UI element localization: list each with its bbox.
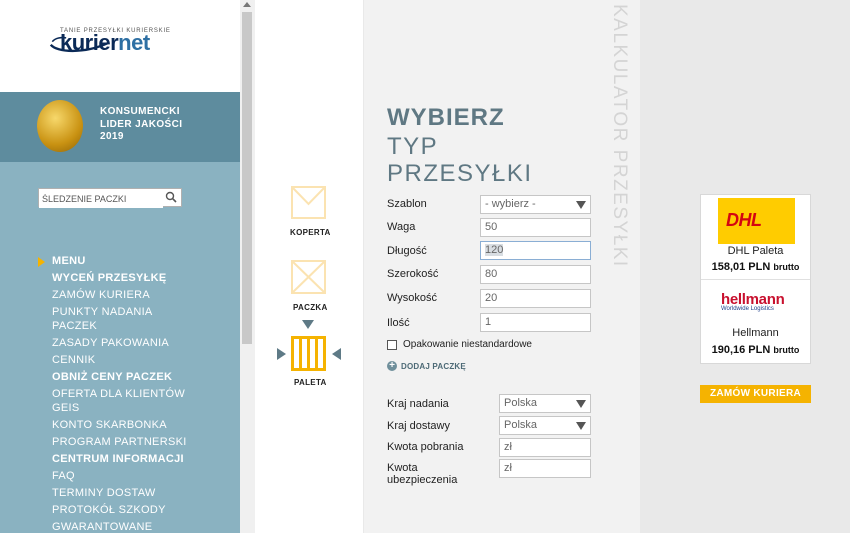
pallet-icon[interactable] (291, 336, 326, 371)
weight-label: Waga (387, 221, 416, 233)
arrow-right-icon (277, 348, 286, 360)
plus-circle-icon[interactable]: + (387, 361, 397, 371)
menu-item-quote[interactable]: WYCEŃ PRZESYŁKĘ (52, 272, 167, 285)
menu-item-guaranteed[interactable]: GWARANTOWANE (52, 521, 152, 533)
insurance-field[interactable]: zł (499, 459, 591, 478)
scroll-up-arrow-icon[interactable] (243, 2, 251, 7)
country-to-select[interactable]: Polska (499, 416, 591, 435)
menu-item-piggy-account[interactable]: KONTO SKARBONKA (52, 419, 167, 432)
award-text: KONSUMENCKI LIDER JAKOŚCI 2019 (100, 106, 183, 142)
type-label-pallet[interactable]: PALETA (294, 378, 327, 387)
menu-item-pickup-points-2[interactable]: PACZEK (52, 320, 97, 333)
quantity-field[interactable]: 1 (480, 313, 591, 332)
heading-choose: WYBIERZ (387, 104, 505, 131)
country-from-value: Polska (504, 397, 538, 409)
dhl-logo-text: DHL (726, 210, 762, 230)
menu-item-delivery-times[interactable]: TERMINY DOSTAW (52, 487, 156, 500)
scroll-thumb[interactable] (242, 12, 252, 344)
width-label: Szerokość (387, 268, 439, 280)
template-label: Szablon (387, 198, 427, 210)
menu-item-partner-program[interactable]: PROGRAM PARTNERSKI (52, 436, 187, 449)
carrier-price-dhl: 158,01 PLN brutto (711, 261, 800, 273)
template-select[interactable]: - wybierz - (480, 195, 591, 214)
height-field[interactable]: 20 (480, 289, 591, 308)
nonstandard-label: Opakowanie niestandardowe (403, 339, 532, 350)
heading-type: TYP (387, 133, 439, 160)
width-field[interactable]: 80 (480, 265, 591, 284)
search-icon[interactable] (165, 191, 178, 204)
arrow-down-icon (302, 320, 314, 329)
add-package-link[interactable]: DODAJ PACZKĘ (401, 362, 466, 371)
chevron-down-icon (576, 201, 586, 209)
menu-item-packing-rules[interactable]: ZASADY PAKOWANIA (52, 337, 169, 350)
package-icon[interactable] (291, 260, 326, 294)
tracking-search (38, 188, 182, 208)
award-medal-icon (37, 100, 83, 152)
nonstandard-checkbox[interactable] (387, 340, 397, 350)
country-to-label: Kraj dostawy (387, 420, 450, 432)
length-value: 120 (485, 244, 504, 256)
template-select-value: - wybierz - (485, 198, 536, 210)
menu-item-info-center[interactable]: CENTRUM INFORMACJI (52, 453, 184, 466)
menu-item-menu[interactable]: MENU (52, 255, 86, 268)
arrow-left-icon (332, 348, 341, 360)
weight-field[interactable]: 50 (480, 218, 591, 237)
carrier-name-hellmann[interactable]: Hellmann (701, 327, 810, 339)
menu-item-geis-offer-2[interactable]: GEIS (52, 402, 80, 415)
menu-item-geis-offer[interactable]: OFERTA DLA KLIENTÓW (52, 388, 185, 401)
order-courier-button[interactable]: ZAMÓW KURIERA (700, 385, 811, 403)
country-from-label: Kraj nadania (387, 398, 449, 410)
logo[interactable]: TANIE PRZESYŁKI KURIERSKIE kuriernet (0, 0, 240, 92)
sidebar-scrollbar[interactable] (240, 0, 255, 533)
carrier-name-dhl[interactable]: DHL Paleta (701, 245, 810, 257)
card-divider (701, 279, 810, 280)
menu-item-faq[interactable]: FAQ (52, 470, 75, 483)
heading-shipment: PRZESYŁKI (387, 160, 533, 187)
envelope-icon[interactable] (291, 186, 326, 219)
cod-field[interactable]: zł (499, 438, 591, 457)
country-to-value: Polska (504, 419, 538, 431)
cod-label: Kwota pobrania (387, 441, 464, 453)
dhl-logo[interactable]: DHL (718, 198, 795, 244)
menu-item-order-courier[interactable]: ZAMÓW KURIERA (52, 289, 150, 302)
insurance-label: Kwota (387, 462, 418, 474)
results-card: DHL DHL Paleta 158,01 PLN brutto hellman… (700, 194, 811, 364)
type-label-package[interactable]: PACZKA (293, 303, 328, 312)
calculator-vertical-title: KALKULATOR PRZESYŁKI (609, 4, 630, 268)
menu-item-pricelist[interactable]: CENNIK (52, 354, 95, 367)
menu-item-lower-prices[interactable]: OBNIŻ CENY PACZEK (52, 371, 172, 384)
hellmann-logo[interactable]: hellmann Worldwide Logistics (721, 291, 785, 312)
logo-brand: kuriernet (60, 30, 150, 55)
length-field[interactable]: 120 (480, 241, 591, 260)
tracking-search-input[interactable] (39, 190, 163, 208)
country-from-select[interactable]: Polska (499, 394, 591, 413)
chevron-down-icon (576, 422, 586, 430)
type-label-envelope[interactable]: KOPERTA (290, 228, 331, 237)
menu-arrow-icon (38, 257, 45, 267)
chevron-down-icon (576, 400, 586, 408)
height-label: Wysokość (387, 292, 438, 304)
carrier-price-hellmann: 190,16 PLN brutto (711, 344, 800, 356)
insurance-label-2: ubezpieczenia (387, 474, 458, 486)
menu-item-damage-report[interactable]: PROTOKÓŁ SZKODY (52, 504, 166, 517)
quantity-label: Ilość (387, 317, 410, 329)
menu-item-pickup-points[interactable]: PUNKTY NADANIA (52, 306, 153, 319)
length-label: Długość (387, 245, 427, 257)
